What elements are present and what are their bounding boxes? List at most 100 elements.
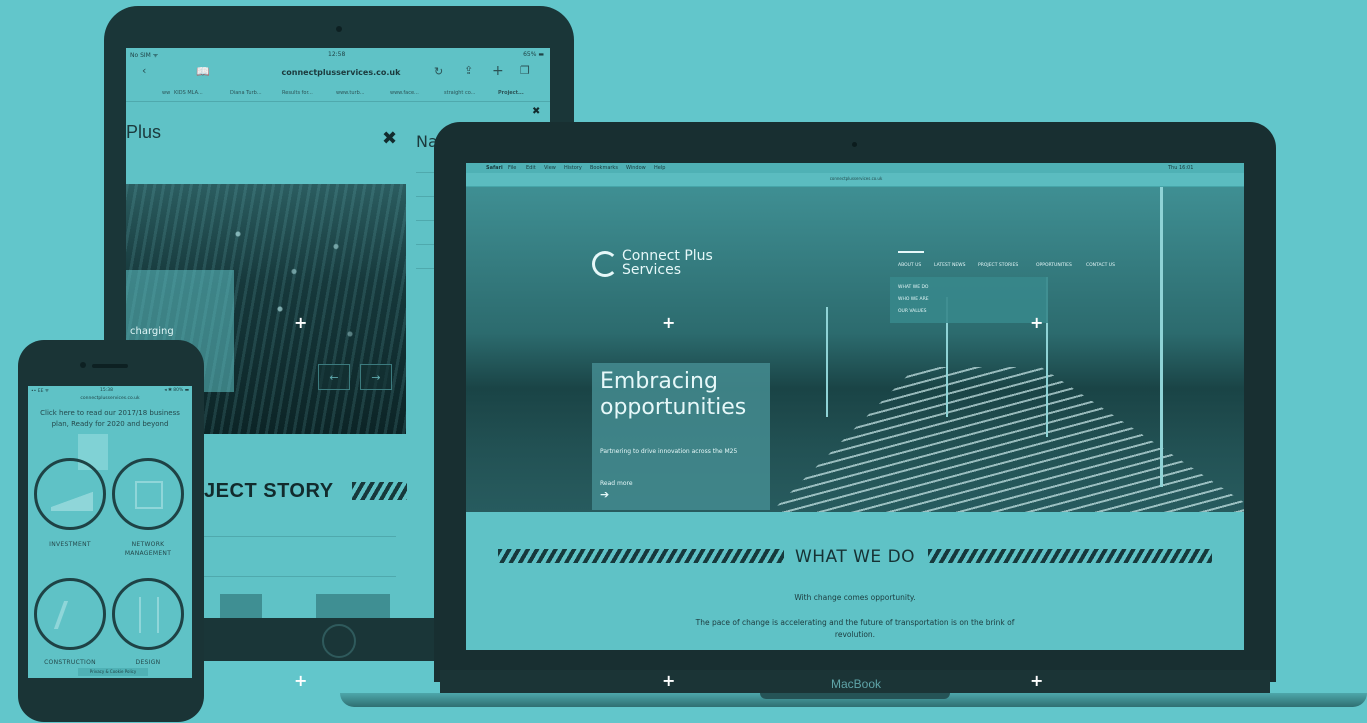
- menu-safari[interactable]: Safari: [486, 165, 503, 171]
- phone-speaker: [92, 364, 128, 368]
- mac-menu-bar: Safari File Edit View History Bookmarks …: [466, 163, 1244, 173]
- laptop-screen: Safari File Edit View History Bookmarks …: [466, 163, 1244, 650]
- network-management-circle[interactable]: [112, 458, 184, 530]
- hero-title-line-1: Embracing: [600, 369, 718, 394]
- menu-clock[interactable]: Thu 16:01: [1168, 165, 1193, 171]
- story-thumbnail[interactable]: [220, 594, 262, 618]
- arrow-left-icon: ←: [329, 370, 339, 384]
- dropdown-who-we-are[interactable]: WHO WE ARE: [898, 297, 929, 302]
- phone-time: 15:38: [100, 388, 113, 393]
- menu-view[interactable]: View: [544, 165, 556, 171]
- dropdown-our-values[interactable]: OUR VALUES: [898, 309, 927, 314]
- dropdown-what-we-do[interactable]: WHAT WE DO: [898, 285, 928, 290]
- menu-file[interactable]: File: [508, 165, 516, 171]
- design-circle[interactable]: [112, 578, 184, 650]
- tablet-url[interactable]: connectplusservices.co.uk: [276, 68, 406, 77]
- chart-icon: [51, 491, 93, 511]
- plus-icon: +: [294, 313, 308, 332]
- phone-carrier: •• EE ᯤ: [31, 389, 49, 394]
- menu-help[interactable]: Help: [654, 165, 665, 171]
- investment-circle[interactable]: [34, 458, 106, 530]
- nav-opportunities[interactable]: OPPORTUNITIES: [1036, 263, 1072, 268]
- tablet-page-title: Plus: [126, 122, 162, 142]
- plus-icon: +: [662, 671, 676, 690]
- logo-line-2: Services: [622, 262, 682, 278]
- construction-circle[interactable]: [34, 578, 106, 650]
- hero-card: Embracing opportunities Partnering to dr…: [592, 363, 770, 510]
- arrow-left-button[interactable]: ←: [318, 364, 350, 390]
- project-story-heading: OJECT STORY: [188, 480, 334, 502]
- menu-history[interactable]: History: [564, 165, 582, 171]
- digger-icon: [53, 601, 89, 629]
- investment-label[interactable]: INVESTMENT: [30, 540, 110, 549]
- favorite-item[interactable]: straight co...: [444, 90, 475, 96]
- nav-about-us[interactable]: ABOUT US: [898, 263, 921, 268]
- menu-edit[interactable]: Edit: [526, 165, 536, 171]
- bookmarks-icon[interactable]: 📖: [196, 65, 210, 78]
- favorite-item[interactable]: www.turb...: [336, 90, 365, 96]
- favorite-item[interactable]: KIDS MLA...: [174, 90, 203, 96]
- new-tab-icon[interactable]: +: [492, 63, 504, 79]
- tablet-favorites-bar: ww KIDS MLA... Diana Turb... Results for…: [126, 88, 550, 102]
- plus-icon: +: [662, 313, 676, 332]
- design-label[interactable]: DESIGN: [108, 658, 188, 667]
- street-lamp: [1160, 187, 1163, 487]
- hero-title: Embracing opportunities: [600, 369, 746, 421]
- back-icon[interactable]: ‹: [142, 64, 146, 77]
- body-text-2: The pace of change is accelerating and t…: [695, 618, 1015, 639]
- plus-icon: +: [294, 671, 308, 690]
- arrow-right-icon: →: [371, 370, 381, 384]
- laptop-notch: [760, 693, 950, 699]
- street-lamp: [826, 307, 828, 417]
- heading-stripes: [352, 482, 407, 500]
- tablet-time: 12:58: [328, 51, 346, 58]
- privacy-footer[interactable]: Privacy & Cookie Policy: [78, 668, 148, 676]
- reload-icon[interactable]: ↻: [434, 65, 443, 78]
- logo-line-1: Connect Plus: [622, 248, 713, 264]
- tablet-address-bar: ‹ 📖 connectplusservices.co.uk ↻ ⇪ + ❐: [126, 60, 550, 88]
- nav-active-indicator: [898, 251, 924, 253]
- read-more-link[interactable]: Read more: [600, 480, 633, 487]
- arrow-right-button[interactable]: →: [360, 364, 392, 390]
- nav-project-stories[interactable]: PROJECT STORIES: [978, 263, 1018, 268]
- nav-latest-news[interactable]: LATEST NEWS: [934, 263, 965, 268]
- favorite-item[interactable]: Results for...: [282, 90, 313, 96]
- construction-label[interactable]: CONSTRUCTION: [30, 658, 110, 667]
- story-thumbnail[interactable]: [316, 594, 390, 618]
- menu-window[interactable]: Window: [626, 165, 646, 171]
- phone-status-bar: •• EE ᯤ 15:38 ◂ ✱ 80% ▬: [28, 386, 192, 396]
- body-text-1: With change comes opportunity.: [794, 593, 916, 602]
- tablet-home-button[interactable]: [322, 624, 356, 658]
- business-plan-link[interactable]: Click here to read our 2017/18 business …: [34, 408, 186, 430]
- favorite-item[interactable]: Diana Turb...: [230, 90, 262, 96]
- road-icon: [139, 597, 159, 633]
- read-more-arrow-icon[interactable]: ➔: [600, 488, 609, 501]
- nav-contact-us[interactable]: CONTACT US: [1086, 263, 1115, 268]
- tablet-status-bar: No SIM ᯤ 12:58 65% ▬: [126, 48, 550, 60]
- square-icon: [135, 481, 163, 509]
- menu-bookmarks[interactable]: Bookmarks: [590, 165, 618, 171]
- laptop-camera: [852, 142, 857, 147]
- network-management-label[interactable]: NETWORK MANAGEMENT: [108, 540, 188, 558]
- logo-text[interactable]: Connect Plus Services: [622, 249, 713, 277]
- hero-subtitle: Partnering to drive innovation across th…: [600, 448, 738, 455]
- heading-stripes-right: [928, 549, 1212, 563]
- tablet-carrier: No SIM ᯤ: [130, 52, 159, 59]
- about-dropdown: WHAT WE DO WHO WE ARE OUR VALUES: [890, 277, 1048, 323]
- favorite-item[interactable]: Project...: [498, 90, 524, 96]
- tablet-battery: 65% ▬: [523, 51, 544, 58]
- connect-plus-logo-icon[interactable]: [592, 251, 618, 277]
- laptop-url[interactable]: connectplusservices.co.uk: [806, 176, 906, 181]
- tabs-icon[interactable]: ❐: [520, 64, 530, 77]
- menu-close-icon[interactable]: ✖: [382, 128, 397, 149]
- phone-camera: [80, 362, 86, 368]
- phone-url[interactable]: connectplusservices.co.uk: [28, 396, 192, 401]
- hero-title-line-2: opportunities: [600, 395, 747, 420]
- favorite-item[interactable]: www.face...: [390, 90, 419, 96]
- hero-section: Connect Plus Services ABOUT US LATEST NE…: [466, 187, 1244, 512]
- laptop-brand-label: MacBook: [830, 677, 882, 691]
- share-icon[interactable]: ⇪: [464, 64, 473, 77]
- image-caption: charging: [130, 326, 174, 337]
- close-icon[interactable]: ✖: [532, 106, 540, 117]
- favorite-item[interactable]: ww: [162, 90, 170, 96]
